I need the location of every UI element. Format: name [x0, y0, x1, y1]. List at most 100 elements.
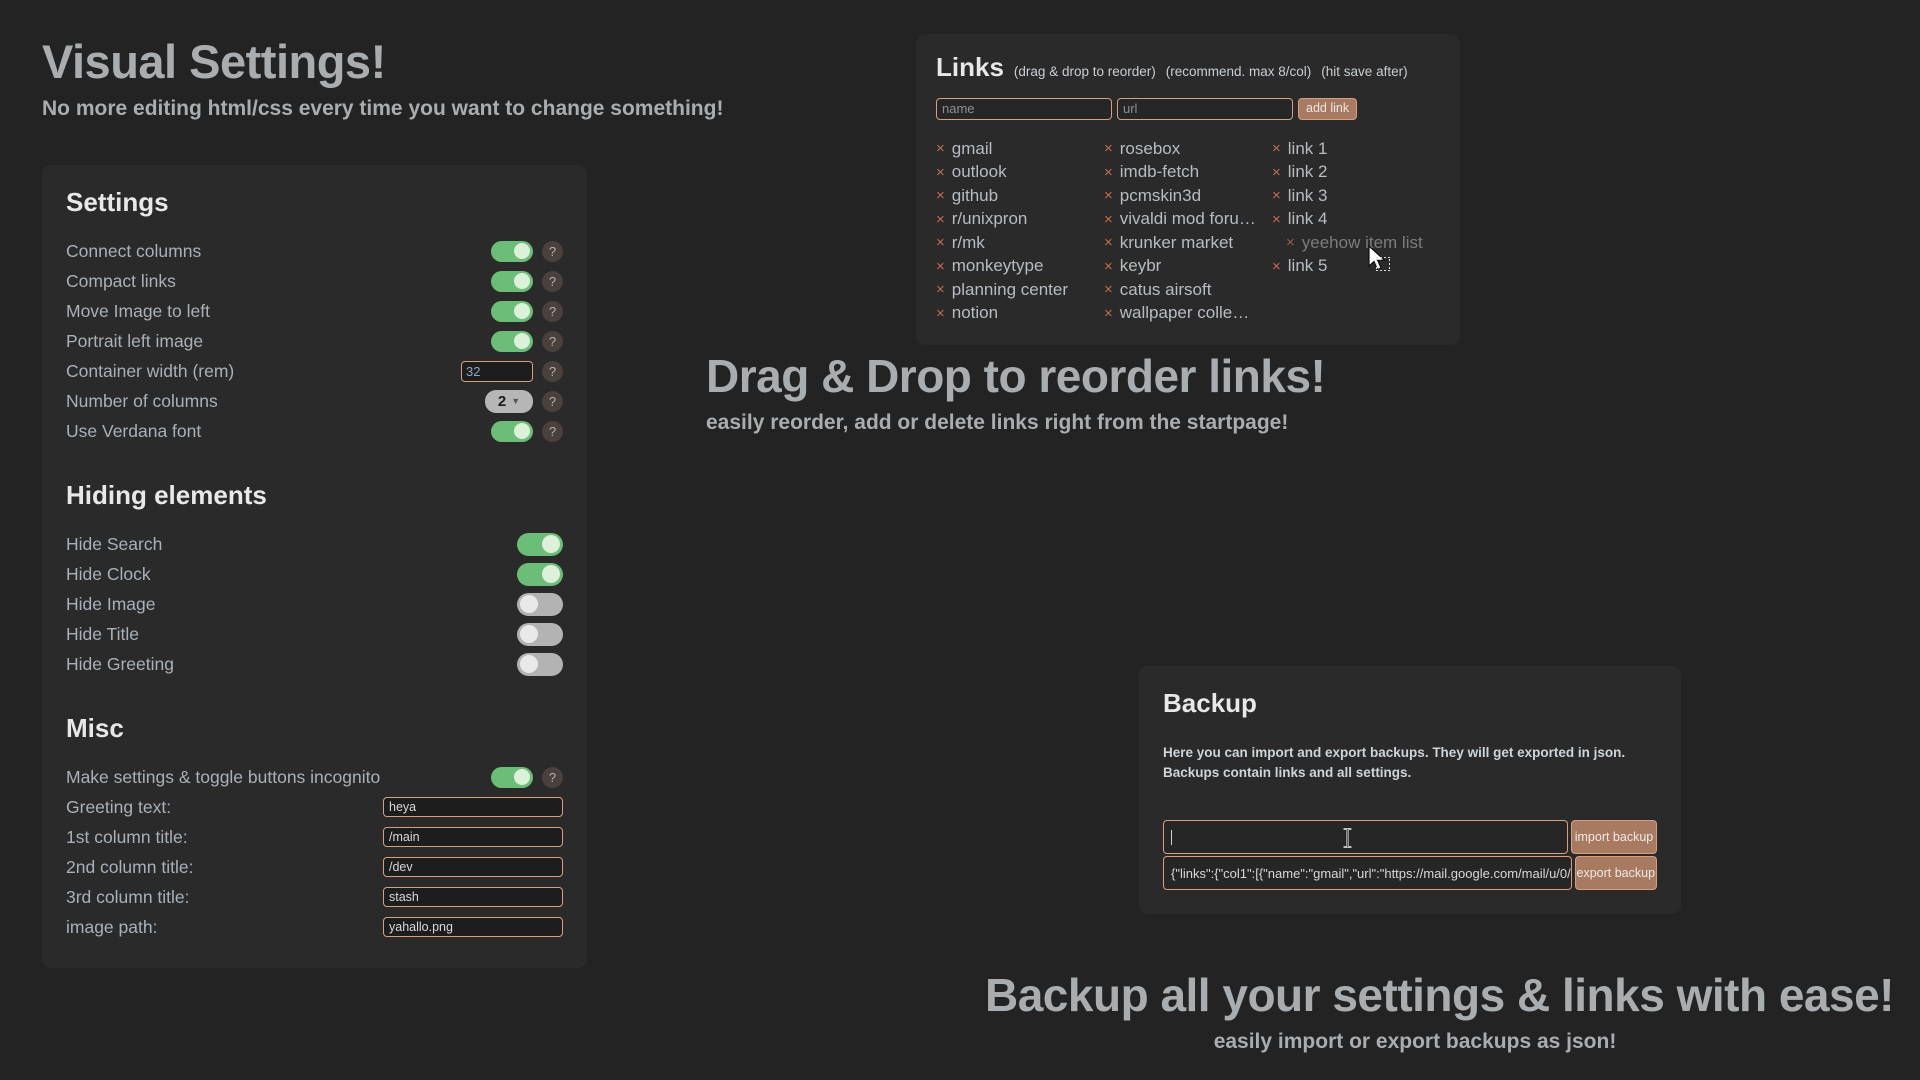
greeting-text-input[interactable]: heya — [383, 797, 563, 817]
remove-link-icon[interactable]: × — [936, 282, 945, 297]
link-item[interactable]: × monkeytype — [936, 255, 1104, 279]
remove-link-icon[interactable]: × — [1272, 188, 1281, 203]
remove-link-icon[interactable]: × — [1286, 235, 1295, 250]
container-width-input[interactable]: 32 — [461, 360, 533, 382]
link-item[interactable]: × krunker market — [1104, 231, 1272, 255]
toggle-compact-links[interactable] — [491, 270, 533, 292]
link-url-input[interactable]: url — [1117, 98, 1293, 120]
help-icon[interactable]: ? — [542, 330, 563, 352]
setting-row-hide-clock: Hide Clock — [66, 559, 563, 589]
link-name-input[interactable]: name — [936, 98, 1112, 120]
link-item[interactable]: × github — [936, 184, 1104, 208]
link-item[interactable]: × r/unixpron — [936, 208, 1104, 232]
link-column-2: × rosebox × imdb-fetch × pcmskin3d × vivaldi mo… — [1104, 137, 1272, 325]
remove-link-icon[interactable]: × — [1272, 165, 1281, 180]
link-item[interactable]: × rosebox — [1104, 137, 1272, 161]
help-icon[interactable]: ? — [542, 766, 563, 788]
link-item[interactable]: × notion — [936, 302, 1104, 326]
remove-link-icon[interactable]: × — [936, 306, 945, 321]
help-icon[interactable]: ? — [542, 300, 563, 322]
link-item[interactable]: × vivaldi mod foru… — [1104, 208, 1272, 232]
help-icon[interactable]: ? — [542, 240, 563, 262]
toggle-knob — [514, 769, 530, 785]
toggle-hide-search[interactable] — [517, 532, 563, 556]
setting-label: 3rd column title: — [66, 886, 190, 907]
setting-row-connect-columns: Connect columns ? — [66, 236, 563, 266]
remove-link-icon[interactable]: × — [1104, 306, 1113, 321]
remove-link-icon[interactable]: × — [936, 165, 945, 180]
number-of-columns-select[interactable]: 2 ▼ — [485, 389, 533, 413]
column2-title-input[interactable]: /dev — [383, 857, 563, 877]
setting-label: 1st column title: — [66, 826, 188, 847]
toggle-hide-greeting[interactable] — [517, 652, 563, 676]
link-item[interactable]: × gmail — [936, 137, 1104, 161]
remove-link-icon[interactable]: × — [1272, 212, 1281, 227]
page-title: Visual Settings! — [42, 35, 386, 88]
toggle-hide-image[interactable] — [517, 592, 563, 616]
link-column-3: × link 1 × link 2 × link 3 × link 4 × yeehow item… — [1272, 137, 1440, 325]
export-backup-button[interactable]: export backup — [1574, 856, 1657, 891]
help-icon[interactable]: ? — [542, 360, 563, 382]
column3-title-input[interactable]: stash — [383, 887, 563, 907]
toggle-use-verdana-font[interactable] — [491, 420, 533, 442]
export-backup-output[interactable]: {"links":{"col1":[{"name":"gmail","url":… — [1163, 856, 1572, 891]
misc-section-heading: Misc — [66, 713, 124, 743]
link-label: r/unixpron — [951, 209, 1028, 229]
remove-link-icon[interactable]: × — [936, 141, 945, 156]
remove-link-icon[interactable]: × — [1104, 141, 1113, 156]
link-item[interactable]: × link 5 — [1272, 255, 1440, 279]
remove-link-icon[interactable]: × — [936, 259, 945, 274]
toggle-hide-title[interactable] — [517, 622, 563, 646]
column1-title-input[interactable]: /main — [383, 827, 563, 847]
help-icon[interactable]: ? — [542, 420, 563, 442]
export-row: {"links":{"col1":[{"name":"gmail","url":… — [1163, 856, 1657, 891]
remove-link-icon[interactable]: × — [936, 212, 945, 227]
link-item[interactable]: × link 1 — [1272, 137, 1440, 161]
links-title: Links — [936, 52, 1004, 82]
toggle-portrait-left-image[interactable] — [491, 330, 533, 352]
toggle-knob — [514, 243, 530, 259]
link-label: wallpaper colle… — [1119, 303, 1250, 323]
links-note-save: (hit save after) — [1321, 64, 1408, 79]
link-item[interactable]: × pcmskin3d — [1104, 184, 1272, 208]
remove-link-icon[interactable]: × — [1104, 259, 1113, 274]
remove-link-icon[interactable]: × — [1104, 188, 1113, 203]
add-link-button[interactable]: add link — [1298, 98, 1358, 120]
remove-link-icon[interactable]: × — [1272, 141, 1281, 156]
image-path-input[interactable]: yahallo.png — [383, 917, 563, 937]
help-icon[interactable]: ? — [542, 390, 563, 412]
link-item[interactable]: × wallpaper colle… — [1104, 302, 1272, 326]
link-item[interactable]: × imdb-fetch — [1104, 161, 1272, 185]
toggle-incognito[interactable] — [491, 766, 533, 788]
setting-row-hide-search: Hide Search — [66, 529, 563, 559]
link-item[interactable]: × planning center — [936, 278, 1104, 302]
link-item[interactable]: × catus airsoft — [1104, 278, 1272, 302]
link-label: outlook — [951, 162, 1007, 182]
remove-link-icon[interactable]: × — [1104, 212, 1113, 227]
help-icon[interactable]: ? — [542, 270, 563, 292]
toggle-connect-columns[interactable] — [491, 240, 533, 262]
link-item[interactable]: × link 3 — [1272, 184, 1440, 208]
remove-link-icon[interactable]: × — [1272, 259, 1281, 274]
link-label: krunker market — [1119, 232, 1234, 252]
link-item[interactable]: × outlook — [936, 161, 1104, 185]
remove-link-icon[interactable]: × — [1104, 282, 1113, 297]
import-backup-button[interactable]: import backup — [1571, 820, 1657, 855]
link-item[interactable]: × link 4 — [1272, 208, 1440, 232]
remove-link-icon[interactable]: × — [936, 188, 945, 203]
import-backup-input[interactable] — [1163, 820, 1568, 855]
remove-link-icon[interactable]: × — [936, 235, 945, 250]
toggle-move-image-to-left[interactable] — [491, 300, 533, 322]
link-item[interactable]: × yeehow item list — [1286, 231, 1440, 255]
remove-link-icon[interactable]: × — [1104, 235, 1113, 250]
link-label: notion — [951, 303, 999, 323]
link-label: keybr — [1119, 256, 1162, 276]
toggle-hide-clock[interactable] — [517, 562, 563, 586]
link-item[interactable]: × link 2 — [1272, 161, 1440, 185]
setting-label: Use Verdana font — [66, 420, 202, 441]
link-item[interactable]: × r/mk — [936, 231, 1104, 255]
setting-row-hide-greeting: Hide Greeting — [66, 649, 563, 679]
link-item[interactable]: × keybr — [1104, 255, 1272, 279]
toggle-knob — [520, 595, 538, 613]
remove-link-icon[interactable]: × — [1104, 165, 1113, 180]
